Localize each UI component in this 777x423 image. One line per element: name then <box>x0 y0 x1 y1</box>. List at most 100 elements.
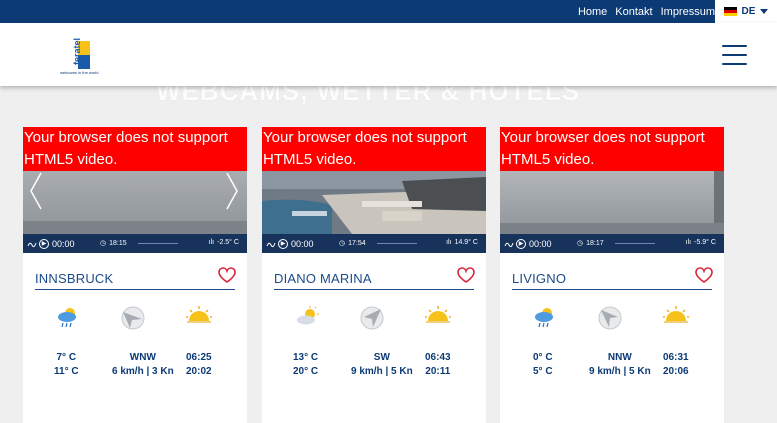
clock-icon: ◷ <box>577 240 584 247</box>
clock-time: 17:54 <box>348 239 366 247</box>
temperature-readout: ılı -5.9° C <box>686 239 716 246</box>
temperature-readout: ılı 14.9° C <box>446 239 478 246</box>
sunset-time: 20:06 <box>663 366 689 377</box>
clock-readout: ◷ 18:17 <box>577 239 604 248</box>
menu-bar-icon <box>722 63 747 65</box>
video-time: 00:00 <box>52 238 75 249</box>
divider <box>512 289 712 290</box>
overlay-temperature: -2.5° C <box>217 239 239 246</box>
temp-low: 20° C <box>293 366 319 377</box>
wind-direction-icon <box>360 306 384 330</box>
webcam-image <box>23 171 247 234</box>
wind-speed: 6 km/h | 3 Kn <box>112 366 174 377</box>
wind-direction: SW <box>373 352 390 363</box>
city-name[interactable]: LIVIGNO <box>512 271 566 286</box>
thermometer-icon: ılı <box>685 239 692 246</box>
temp-high: 13° C <box>293 352 319 363</box>
play-icon[interactable]: ▶ <box>278 238 288 249</box>
temp-low: 11° C <box>54 366 79 377</box>
webcam-card-livigno[interactable]: Your browser does not support HTML5 vide… <box>500 127 724 423</box>
overlay-temperature: 14.9° C <box>454 239 478 246</box>
clock-readout: ◷ 17:54 <box>339 239 366 248</box>
video-time: 00:00 <box>291 238 314 249</box>
webcam-video[interactable]: Your browser does not support HTML5 vide… <box>500 127 724 253</box>
play-icon[interactable]: ▶ <box>516 238 526 249</box>
wind-speed: 9 km/h | 5 Kn <box>351 366 413 377</box>
nav-link-kontakt[interactable]: Kontakt <box>615 6 652 18</box>
previous-arrow-icon[interactable] <box>27 171 45 211</box>
rain-cloud-icon <box>58 308 76 328</box>
temp-low: 5° C <box>533 366 553 377</box>
sunrise-icon <box>663 306 689 323</box>
site-header: feratel webcams in the world <box>0 23 777 86</box>
webcam-card-diano-marina[interactable]: Your browser does not support HTML5 vide… <box>262 127 486 423</box>
svg-text:feratel: feratel <box>72 38 82 65</box>
sun-times: 06:31 20:06 <box>663 351 689 379</box>
wind-direction: NNW <box>607 352 632 363</box>
language-code: DE <box>741 6 756 17</box>
menu-bar-icon <box>722 54 747 56</box>
wave-icon[interactable] <box>504 239 514 249</box>
wave-icon[interactable] <box>266 239 276 249</box>
wind-values: SW 9 km/h | 5 Kn <box>351 351 413 379</box>
top-nav: Home Kontakt Impressum <box>578 0 715 23</box>
rain-cloud-icon <box>535 308 553 328</box>
video-controls: ▶ 00:00 ◷ 18:15 ılı -2.5° C <box>23 234 247 253</box>
overlay-temperature: -5.9° C <box>694 239 716 246</box>
video-progress-bar[interactable] <box>615 243 655 244</box>
wind-values: NNW 9 km/h | 5 Kn <box>589 351 651 379</box>
thermometer-icon: ılı <box>446 239 452 246</box>
divider <box>35 289 235 290</box>
favorite-heart-icon[interactable] <box>457 267 475 284</box>
clock-time: 18:17 <box>586 239 604 247</box>
video-unsupported-message: Your browser does not support HTML5 vide… <box>262 127 486 171</box>
temperature-values: 0° C 5° C <box>533 351 553 379</box>
caret-down-icon <box>760 9 769 14</box>
favorite-heart-icon[interactable] <box>218 267 236 284</box>
clock-icon: ◷ <box>339 240 346 247</box>
webcam-video[interactable]: Your browser does not support HTML5 vide… <box>23 127 247 253</box>
wind-values: WNW 6 km/h | 3 Kn <box>112 351 174 379</box>
webcam-image <box>500 171 724 234</box>
clock-readout: ◷ 18:15 <box>100 239 127 248</box>
next-arrow-icon[interactable] <box>223 171 241 211</box>
sunrise-icon <box>425 306 451 323</box>
video-controls: ▶ 00:00 ◷ 17:54 ılı 14.9° C <box>262 234 486 253</box>
sun-cloud-icon <box>297 306 319 325</box>
temp-high: 0° C <box>533 352 553 363</box>
webcam-card-innsbruck[interactable]: Your browser does not support HTML5 vide… <box>23 127 247 423</box>
video-progress-bar[interactable] <box>377 243 417 244</box>
thermometer-icon: ılı <box>208 239 215 246</box>
sunrise-time: 06:31 <box>663 352 689 363</box>
menu-bar-icon <box>722 45 747 47</box>
video-time: 00:00 <box>529 238 552 249</box>
webcam-video[interactable]: Your browser does not support HTML5 vide… <box>262 127 486 253</box>
nav-link-home[interactable]: Home <box>578 6 607 18</box>
city-name[interactable]: DIANO MARINA <box>274 271 372 286</box>
wind-direction: WNW <box>129 352 156 363</box>
play-icon[interactable]: ▶ <box>39 238 49 249</box>
temperature-values: 7° C 11° C <box>54 351 79 379</box>
sun-times: 06:25 20:02 <box>186 351 212 379</box>
clock-time: 18:15 <box>109 239 127 247</box>
german-flag-icon <box>723 7 737 16</box>
video-controls: ▶ 00:00 ◷ 18:17 ılı -5.9° C <box>500 234 724 253</box>
sunset-time: 20:11 <box>425 366 451 377</box>
favorite-heart-icon[interactable] <box>695 267 713 284</box>
top-bar: Home Kontakt Impressum DE <box>0 0 777 23</box>
video-unsupported-message: Your browser does not support HTML5 vide… <box>23 127 247 171</box>
nav-link-impressum[interactable]: Impressum <box>661 6 715 18</box>
video-unsupported-message: Your browser does not support HTML5 vide… <box>500 127 724 171</box>
city-name[interactable]: INNSBRUCK <box>35 271 113 286</box>
temp-high: 7° C <box>56 352 77 363</box>
wave-icon[interactable] <box>27 239 37 249</box>
sunrise-time: 06:25 <box>186 352 212 363</box>
clock-icon: ◷ <box>100 240 107 247</box>
sunrise-icon <box>186 306 212 323</box>
wind-speed: 9 km/h | 5 Kn <box>589 366 651 377</box>
sunrise-time: 06:43 <box>425 352 451 363</box>
hamburger-menu-button[interactable] <box>722 45 747 65</box>
language-selector[interactable]: DE <box>715 0 777 23</box>
sun-times: 06:43 20:11 <box>425 351 451 379</box>
video-progress-bar[interactable] <box>138 243 178 244</box>
